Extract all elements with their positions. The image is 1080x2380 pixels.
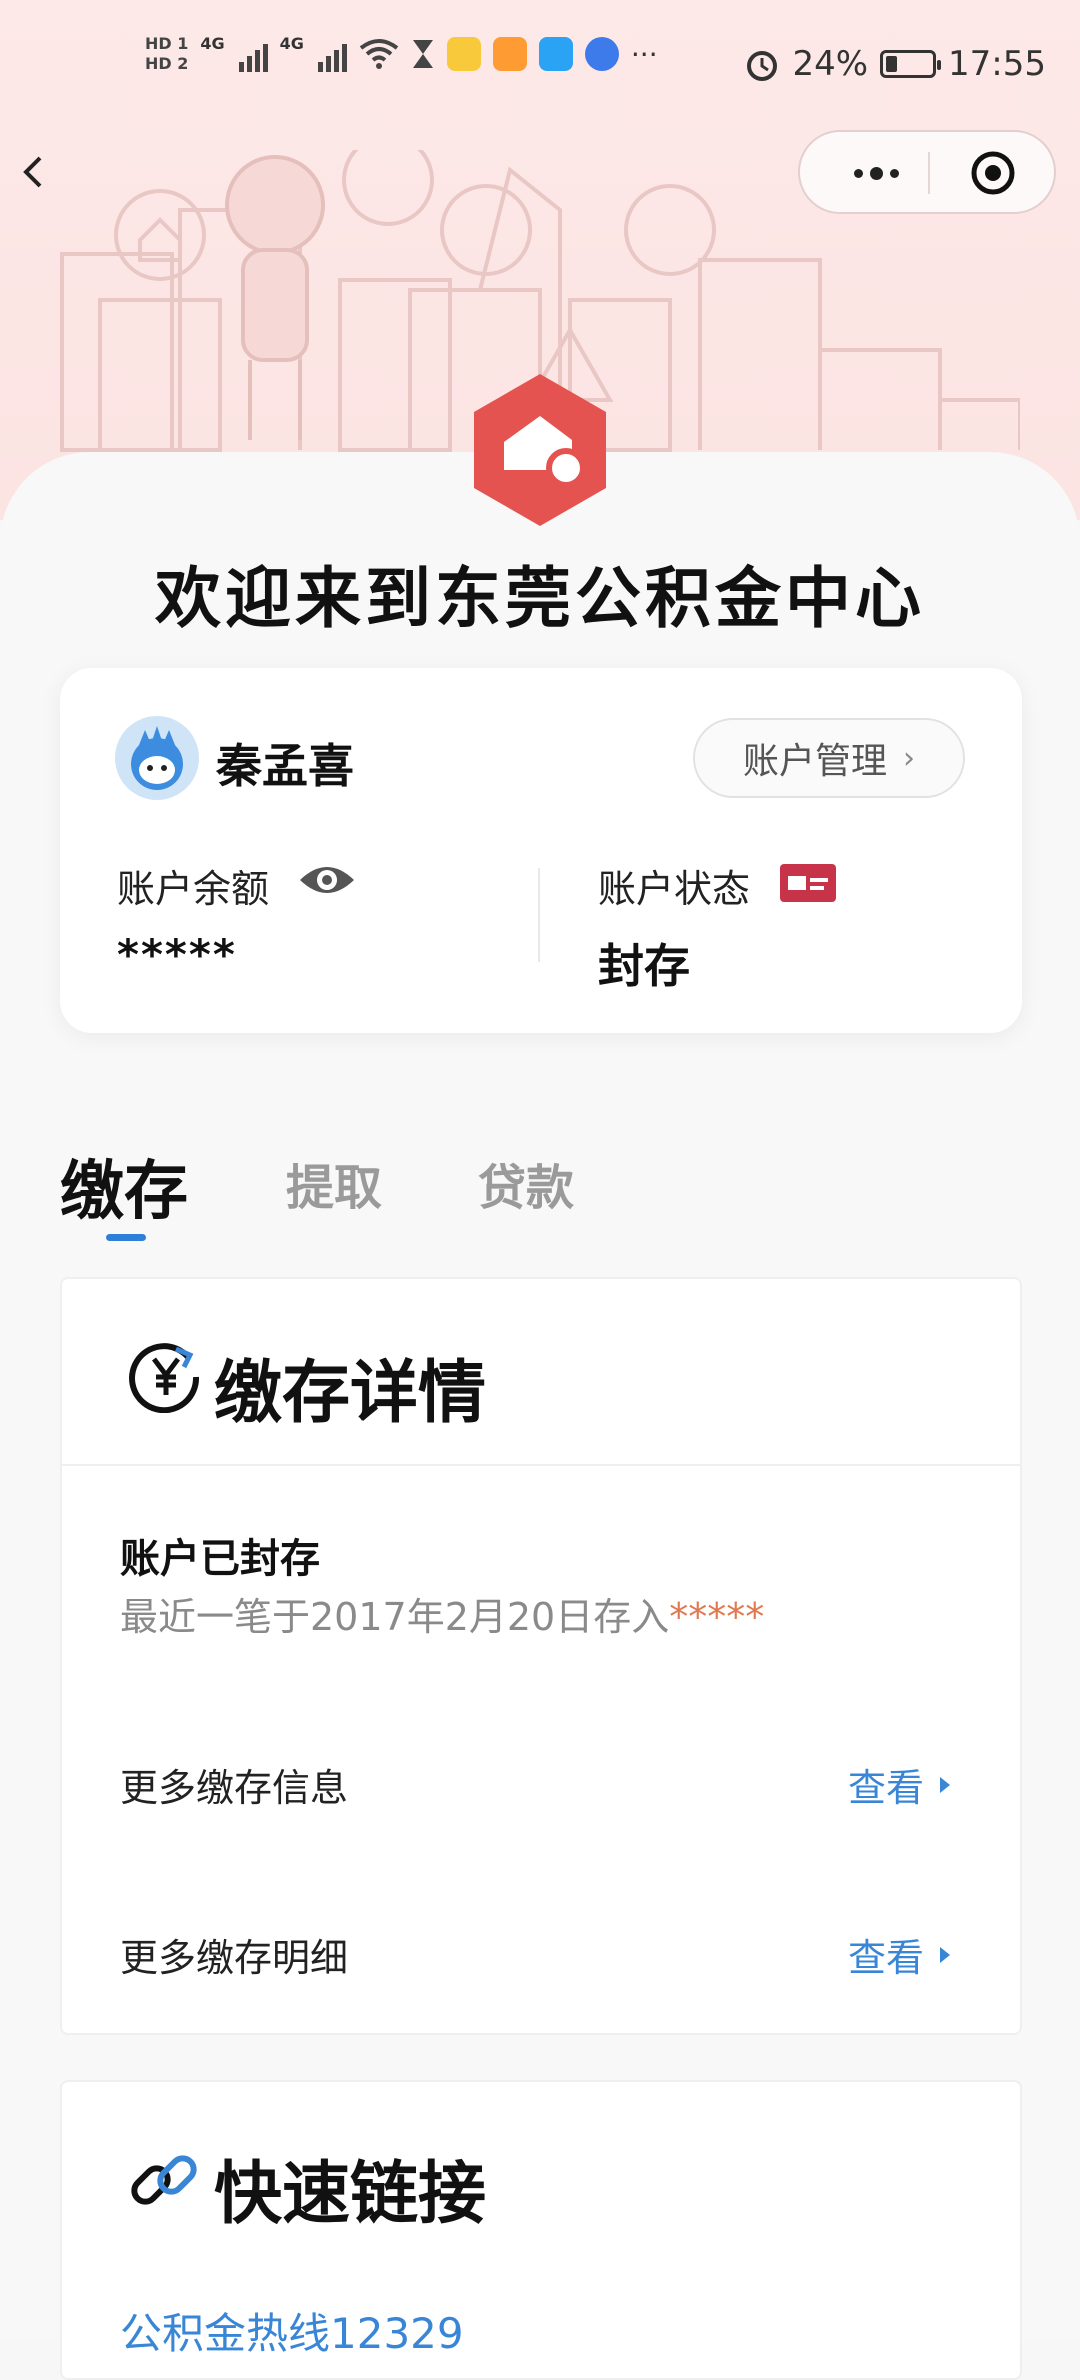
welcome-title: 欢迎来到东莞公积金中心 <box>155 560 925 637</box>
status-label: 账户状态 <box>598 867 751 911</box>
quick-links-card: 快速链接 公积金热线12329 <box>60 2080 1022 2380</box>
signal-icon-2 <box>317 36 347 72</box>
browser-app-icon <box>584 37 619 71</box>
last-deposit-amount: ***** <box>669 1595 765 1639</box>
account-manage-label: 账户管理 <box>742 741 887 782</box>
last-deposit-info: 最近一笔于2017年2月20日存入***** <box>120 1586 764 1641</box>
tab-loan[interactable]: 贷款 <box>478 1148 574 1218</box>
avatar-mascot-icon <box>131 726 183 790</box>
view-more-deposit-info-link[interactable]: 查看 <box>848 1757 951 1812</box>
balance-value: ***** <box>117 930 237 979</box>
balance-label: 账户余额 <box>117 867 270 911</box>
wifi-icon <box>359 39 399 69</box>
account-manage-button[interactable]: 账户管理 › <box>693 718 965 798</box>
user-name: 秦孟喜 <box>216 739 354 793</box>
account-card: 秦孟喜 账户管理 › 账户余额 ***** 账户状态 封存 <box>60 668 1022 1033</box>
status-right: 24% 17:55 <box>744 44 1046 84</box>
tab-active-indicator <box>106 1234 146 1241</box>
back-button[interactable] <box>18 150 58 200</box>
deposit-details-header: 缴存详情 <box>62 1279 1020 1466</box>
status-bar: HD 1 HD 2 4G 4G ··· 24% 17:55 <box>0 0 1080 130</box>
chevron-left-icon <box>23 156 42 188</box>
view-link-label: 查看 <box>848 1936 925 1980</box>
eye-icon[interactable] <box>298 858 356 902</box>
weibo-app-icon <box>446 37 481 71</box>
triangle-right-icon <box>940 1946 951 1963</box>
sealed-status-title: 账户已封存 <box>120 1536 320 1582</box>
battery-percent: 24% <box>792 44 869 84</box>
battery-fill <box>886 56 898 72</box>
id-card-icon <box>780 864 836 902</box>
hourglass-icon <box>412 40 433 68</box>
signal-icon <box>238 36 268 72</box>
chevron-right-icon: › <box>903 740 915 776</box>
battery-icon <box>880 50 942 78</box>
hd-indicator: HD 1 HD 2 <box>145 34 188 74</box>
view-more-deposit-details-link[interactable]: 查看 <box>848 1927 951 1982</box>
house-logo-icon <box>474 374 606 526</box>
more-notifications: ··· <box>630 37 658 71</box>
avatar[interactable] <box>115 716 199 800</box>
status-left: HD 1 HD 2 4G 4G ··· <box>145 34 658 74</box>
deposit-details-card: 缴存详情 账户已封存 最近一笔于2017年2月20日存入***** 更多缴存信息… <box>60 1277 1022 2035</box>
link-icon <box>131 2155 197 2205</box>
status-value: 封存 <box>598 939 690 993</box>
network-label-2: 4G <box>279 34 304 53</box>
view-link-label: 查看 <box>848 1766 925 1810</box>
hd2-label: HD 2 <box>145 54 189 73</box>
search-app-icon <box>538 37 573 71</box>
quick-links-title: 快速链接 <box>214 2155 487 2234</box>
hotline-link[interactable]: 公积金热线12329 <box>120 2300 464 2361</box>
hd1-label: HD 1 <box>145 34 189 53</box>
more-deposit-info-label: 更多缴存信息 <box>120 1766 349 1810</box>
tab-withdraw[interactable]: 提取 <box>286 1148 382 1218</box>
last-deposit-text: 最近一笔于2017年2月20日存入 <box>120 1595 670 1639</box>
card-divider <box>538 868 540 962</box>
yen-refresh-icon <box>129 1343 200 1413</box>
network-label-1: 4G <box>200 34 225 53</box>
alarm-icon <box>747 51 778 81</box>
tab-deposit[interactable]: 缴存 <box>60 1140 188 1232</box>
more-deposit-details-label: 更多缴存明细 <box>120 1936 349 1980</box>
video-app-icon <box>492 37 527 71</box>
triangle-right-icon <box>940 1776 951 1793</box>
deposit-details-title: 缴存详情 <box>214 1354 487 1433</box>
clock: 17:55 <box>948 44 1046 84</box>
